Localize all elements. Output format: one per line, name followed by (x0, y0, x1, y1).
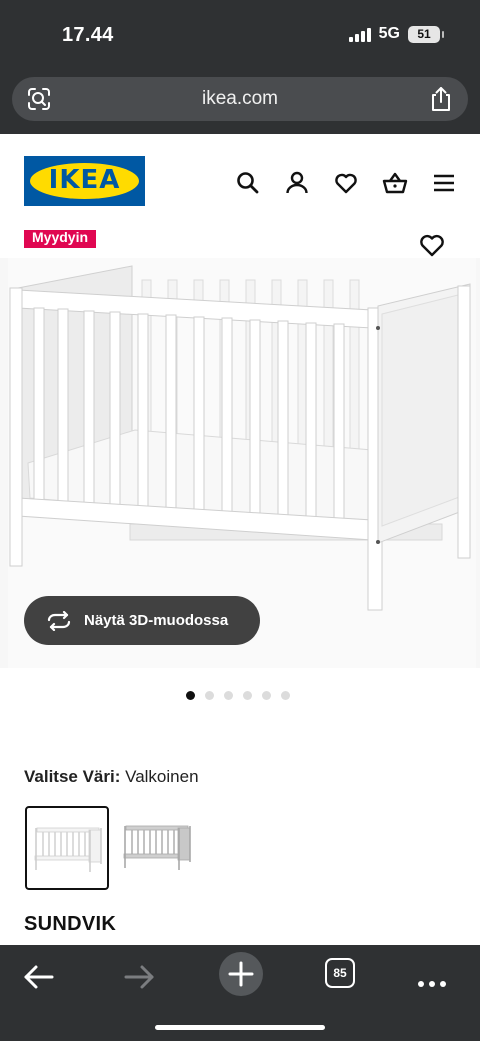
url-text[interactable]: ikea.com (12, 88, 468, 110)
tab-count: 85 (333, 966, 347, 980)
share-icon[interactable] (428, 85, 454, 113)
rotate-3d-icon (47, 610, 71, 631)
signal-icon (348, 26, 371, 42)
view-3d-button[interactable]: Näytä 3D-muodossa (24, 596, 260, 645)
gallery-pagination (186, 691, 290, 700)
gallery-dot[interactable] (281, 691, 290, 700)
color-value: Valkoinen (125, 767, 199, 786)
battery-icon: 51 (408, 25, 444, 43)
heart-icon[interactable] (333, 170, 359, 196)
more-icon[interactable] (412, 957, 452, 997)
home-indicator (155, 1025, 325, 1030)
gallery-dot[interactable] (205, 691, 214, 700)
profile-icon[interactable] (284, 170, 310, 196)
product-name: SUNDVIK (24, 913, 117, 935)
browser-chrome: 17.44 5G 51 ikea.com (0, 0, 480, 134)
url-bar[interactable]: ikea.com (12, 77, 468, 121)
back-icon[interactable] (18, 957, 58, 997)
view-3d-label: Näytä 3D-muodossa (84, 612, 229, 629)
new-tab-button[interactable] (219, 952, 263, 996)
shopping-bag-icon[interactable] (382, 170, 408, 196)
new-tab-icon (228, 961, 254, 987)
site-header: IKEA (0, 134, 480, 224)
search-icon[interactable] (235, 170, 261, 196)
bestseller-badge: Myydyin (24, 230, 97, 248)
color-selector-label: Valitse Väri: Valkoinen (24, 767, 199, 787)
gallery-dot[interactable] (224, 691, 233, 700)
gallery-dot[interactable] (243, 691, 252, 700)
logo-text: IKEA (48, 165, 121, 195)
gallery-dot[interactable] (262, 691, 271, 700)
browser-toolbar: 85 (0, 945, 480, 1041)
battery-level: 51 (417, 27, 431, 41)
color-label: Valitse Väri: (24, 767, 121, 786)
tabs-icon[interactable]: 85 (325, 958, 355, 988)
swatch-grey[interactable] (116, 806, 200, 890)
status-time: 17.44 (62, 24, 114, 46)
gallery-dot[interactable] (186, 691, 195, 700)
swatch-white[interactable] (25, 806, 109, 890)
network-type: 5G (378, 25, 400, 42)
white-crib-thumbnail (34, 827, 102, 872)
menu-icon[interactable] (431, 170, 457, 196)
forward-icon[interactable] (120, 957, 160, 997)
status-indicators: 5G 51 (348, 25, 444, 43)
add-to-favorites-icon[interactable] (418, 232, 446, 258)
grey-crib-thumbnail (123, 825, 191, 870)
ikea-logo[interactable]: IKEA (24, 156, 145, 206)
